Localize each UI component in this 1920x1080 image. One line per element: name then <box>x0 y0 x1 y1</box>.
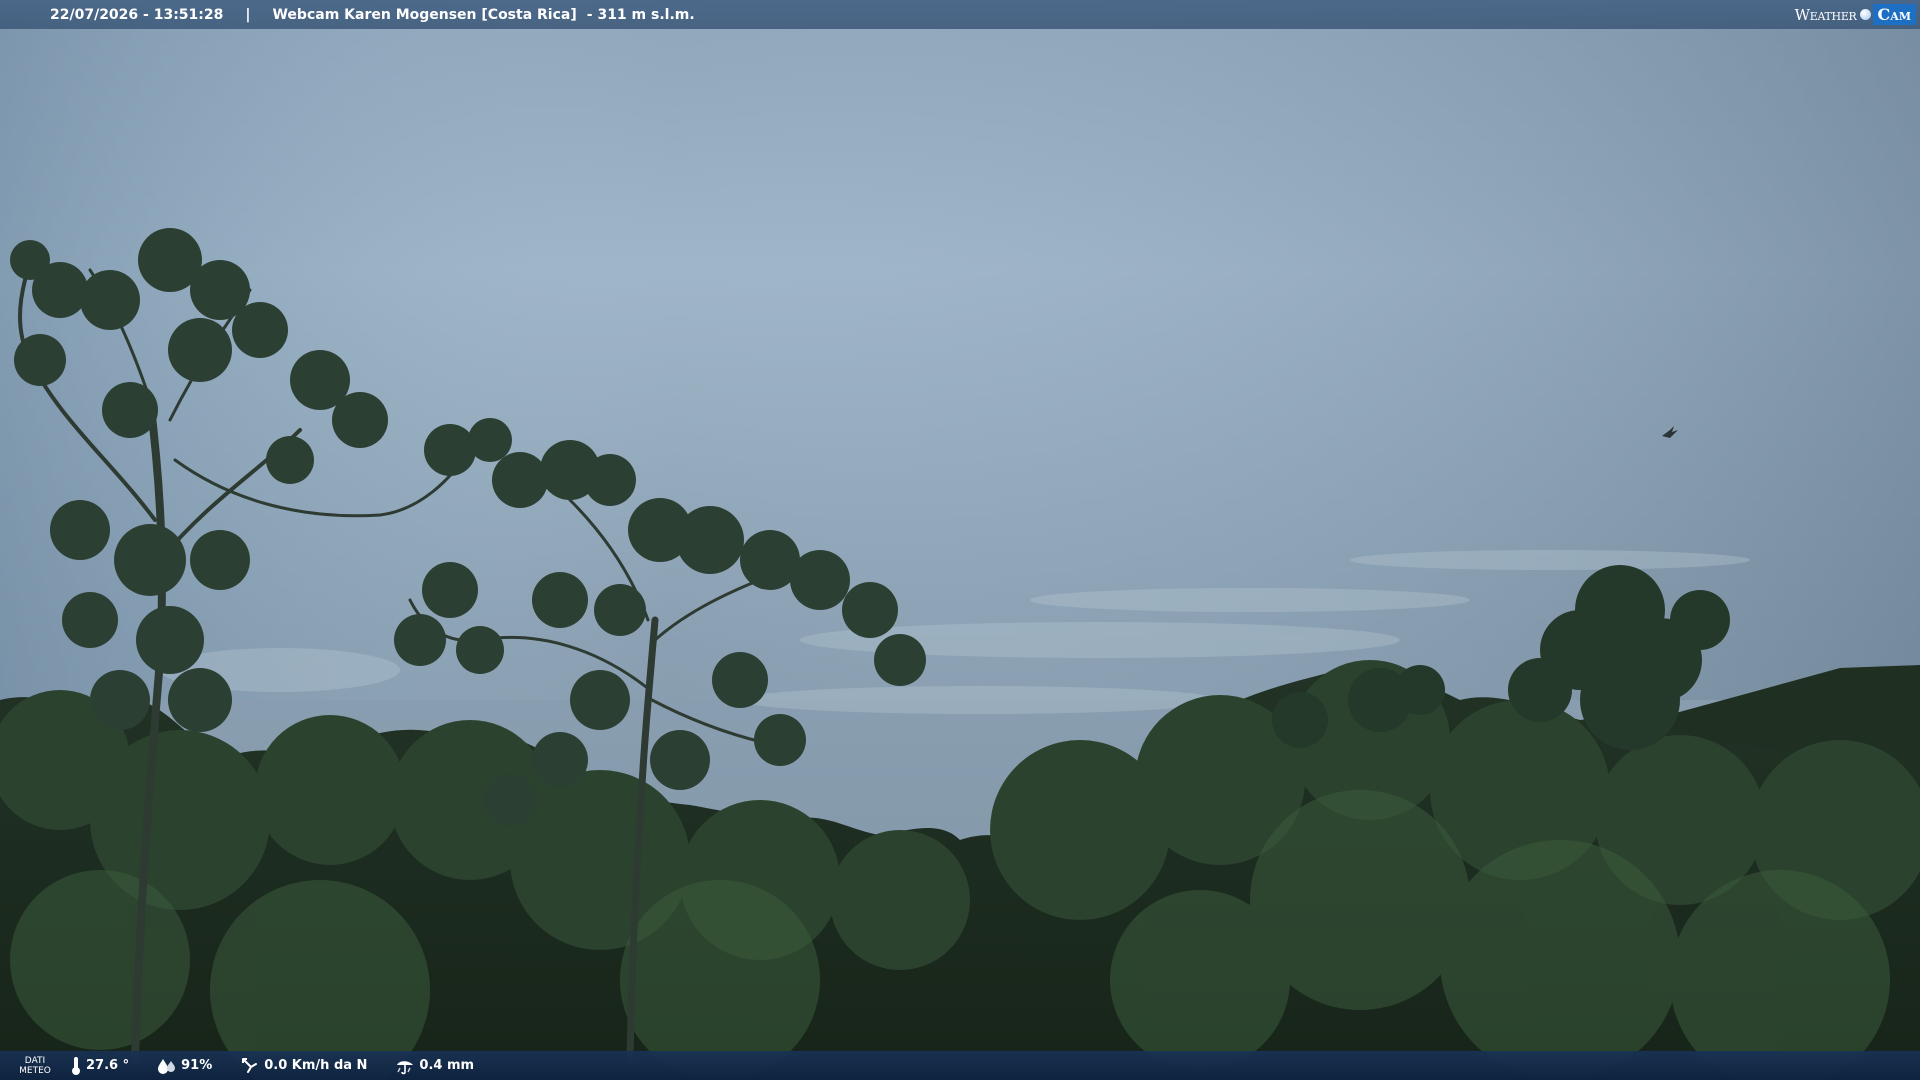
weathercam-logo[interactable]: Weather Cam <box>1795 0 1920 29</box>
globe-icon <box>1859 9 1871 20</box>
rain-value: 0.4 mm <box>419 1058 475 1073</box>
wind-value: 0.0 Km/h da N <box>264 1058 368 1073</box>
webcam-title: Webcam Karen Mogensen [Costa Rica] <box>272 6 577 23</box>
separator: | <box>245 6 251 23</box>
info-bar: 22/07/2026 - 13:51:28 | Webcam Karen Mog… <box>0 0 1920 29</box>
logo-weather-text: Weather <box>1794 5 1857 24</box>
webcam-scene <box>0 0 1920 1080</box>
rain-reading: 0.4 mm <box>395 1057 474 1075</box>
wind-icon <box>242 1057 258 1073</box>
humidity-reading: 91% <box>157 1057 212 1075</box>
humidity-value: 91% <box>181 1058 213 1073</box>
webcam-frame: 22/07/2026 - 13:51:28 | Webcam Karen Mog… <box>0 0 1920 1080</box>
wind-reading: 0.0 Km/h da N <box>240 1056 367 1076</box>
temperature-reading: 27.6 ° <box>70 1056 129 1076</box>
logo-cam-text: Cam <box>1872 4 1916 25</box>
thermometer-icon <box>72 1056 80 1075</box>
temperature-value: 27.6 ° <box>86 1058 130 1073</box>
weather-bar: DATI METEO 27.6 ° 91% 0.0 Km/h da N 0.4 … <box>0 1051 1920 1080</box>
altitude: - 311 m s.l.m. <box>586 6 695 23</box>
weather-label-line2: METEO <box>19 1065 51 1076</box>
weather-label-line1: DATI <box>24 1055 46 1066</box>
rain-icon <box>397 1060 414 1074</box>
timestamp: 22/07/2026 - 13:51:28 <box>50 6 224 23</box>
weather-data-label: DATI METEO <box>0 1056 70 1076</box>
humidity-icon <box>158 1058 176 1074</box>
